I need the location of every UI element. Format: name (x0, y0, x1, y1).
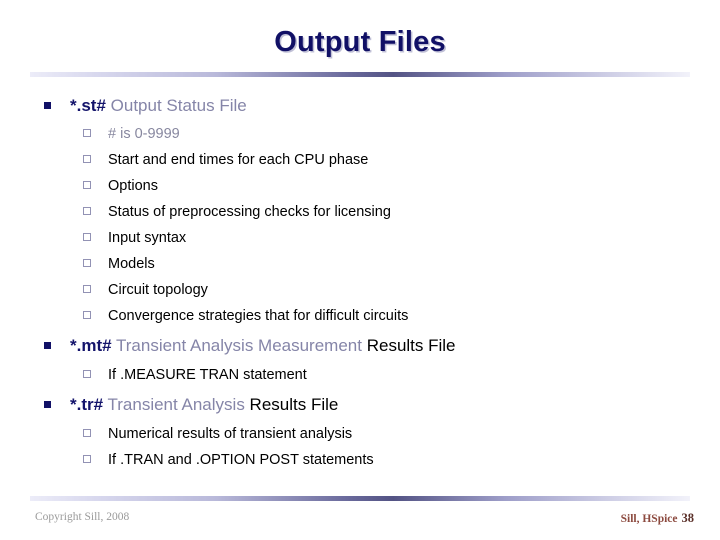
sub-bullet-item: Input syntax (0, 225, 720, 251)
slide-body: *.st# Output Status File # is 0-9999 Sta… (0, 94, 720, 473)
square-bullet-icon (44, 342, 51, 349)
hollow-square-bullet-icon (83, 181, 91, 189)
square-bullet-icon (44, 401, 51, 408)
bullet-item: *.tr# Transient Analysis Results File (0, 393, 720, 417)
square-bullet-icon (44, 102, 51, 109)
bullet-text: *.st# Output Status File (70, 96, 247, 115)
sub-bullet-label: Numerical results of transient analysis (108, 426, 353, 442)
sub-bullet-label: # is 0-9999 (108, 126, 180, 142)
sub-bullet-item: Start and end times for each CPU phase (0, 147, 720, 173)
footer-attribution-area: Sill, HSpice 38 (621, 511, 694, 526)
sub-bullet-item: # is 0-9999 (0, 121, 720, 147)
slide-title-area: Output Files (0, 26, 720, 59)
sub-bullet-item: Options (0, 173, 720, 199)
bullet-item: *.mt# Transient Analysis Measurement Res… (0, 334, 720, 358)
hollow-square-bullet-icon (83, 370, 91, 378)
sub-bullet-label: Models (108, 256, 155, 272)
bullet-prefix: *.mt# (70, 336, 112, 355)
hollow-square-bullet-icon (83, 233, 91, 241)
footer-divider (30, 496, 690, 501)
sub-bullet-item: If .MEASURE TRAN statement (0, 362, 720, 388)
bullet-middle: Transient Analysis Measurement (111, 336, 362, 355)
title-divider-top (30, 72, 690, 77)
bullet-prefix: *.st# (70, 96, 106, 115)
sub-bullet-group: If .MEASURE TRAN statement (0, 362, 720, 388)
footer-attribution: Sill, HSpice (620, 513, 678, 525)
sub-bullet-group: # is 0-9999 Start and end times for each… (0, 121, 720, 329)
sub-bullet-item: If .TRAN and .OPTION POST statements (0, 447, 720, 473)
sub-bullet-group: Numerical results of transient analysis … (0, 421, 720, 473)
sub-bullet-item: Convergence strategies that for difficul… (0, 303, 720, 329)
hollow-square-bullet-icon (83, 129, 91, 137)
hollow-square-bullet-icon (83, 429, 91, 437)
hollow-square-bullet-icon (83, 455, 91, 463)
footer-copyright: Copyright Sill, 2008 (35, 511, 130, 523)
bullet-prefix: *.tr# (70, 395, 104, 414)
sub-bullet-label: Circuit topology (108, 282, 208, 298)
sub-bullet-label: Convergence strategies that for difficul… (108, 308, 409, 324)
bullet-text: *.mt# Transient Analysis Measurement Res… (70, 336, 456, 355)
sub-bullet-label: If .MEASURE TRAN statement (108, 367, 307, 383)
sub-bullet-label: Input syntax (108, 230, 187, 246)
bullet-suffix: Results File (244, 395, 339, 414)
sub-bullet-item: Models (0, 251, 720, 277)
hollow-square-bullet-icon (83, 259, 91, 267)
sub-bullet-label: If .TRAN and .OPTION POST statements (108, 452, 374, 468)
sub-bullet-label: Start and end times for each CPU phase (108, 152, 369, 168)
sub-bullet-item: Circuit topology (0, 277, 720, 303)
sub-bullet-label: Status of preprocessing checks for licen… (108, 204, 391, 220)
sub-bullet-label: Options (108, 178, 158, 194)
slide-number: 38 (681, 511, 695, 525)
hollow-square-bullet-icon (83, 285, 91, 293)
page-title: Output Files (274, 26, 446, 58)
hollow-square-bullet-icon (83, 311, 91, 319)
hollow-square-bullet-icon (83, 155, 91, 163)
hollow-square-bullet-icon (83, 207, 91, 215)
sub-bullet-item: Numerical results of transient analysis (0, 421, 720, 447)
sub-bullet-item: Status of preprocessing checks for licen… (0, 199, 720, 225)
bullet-suffix: Results File (361, 336, 456, 355)
bullet-middle: Output Status File (105, 96, 247, 115)
bullet-item: *.st# Output Status File (0, 94, 720, 118)
bullet-middle: Transient Analysis (103, 395, 245, 414)
bullet-text: *.tr# Transient Analysis Results File (70, 395, 338, 414)
slide: Output Files *.st# Output Status File # … (0, 0, 720, 540)
